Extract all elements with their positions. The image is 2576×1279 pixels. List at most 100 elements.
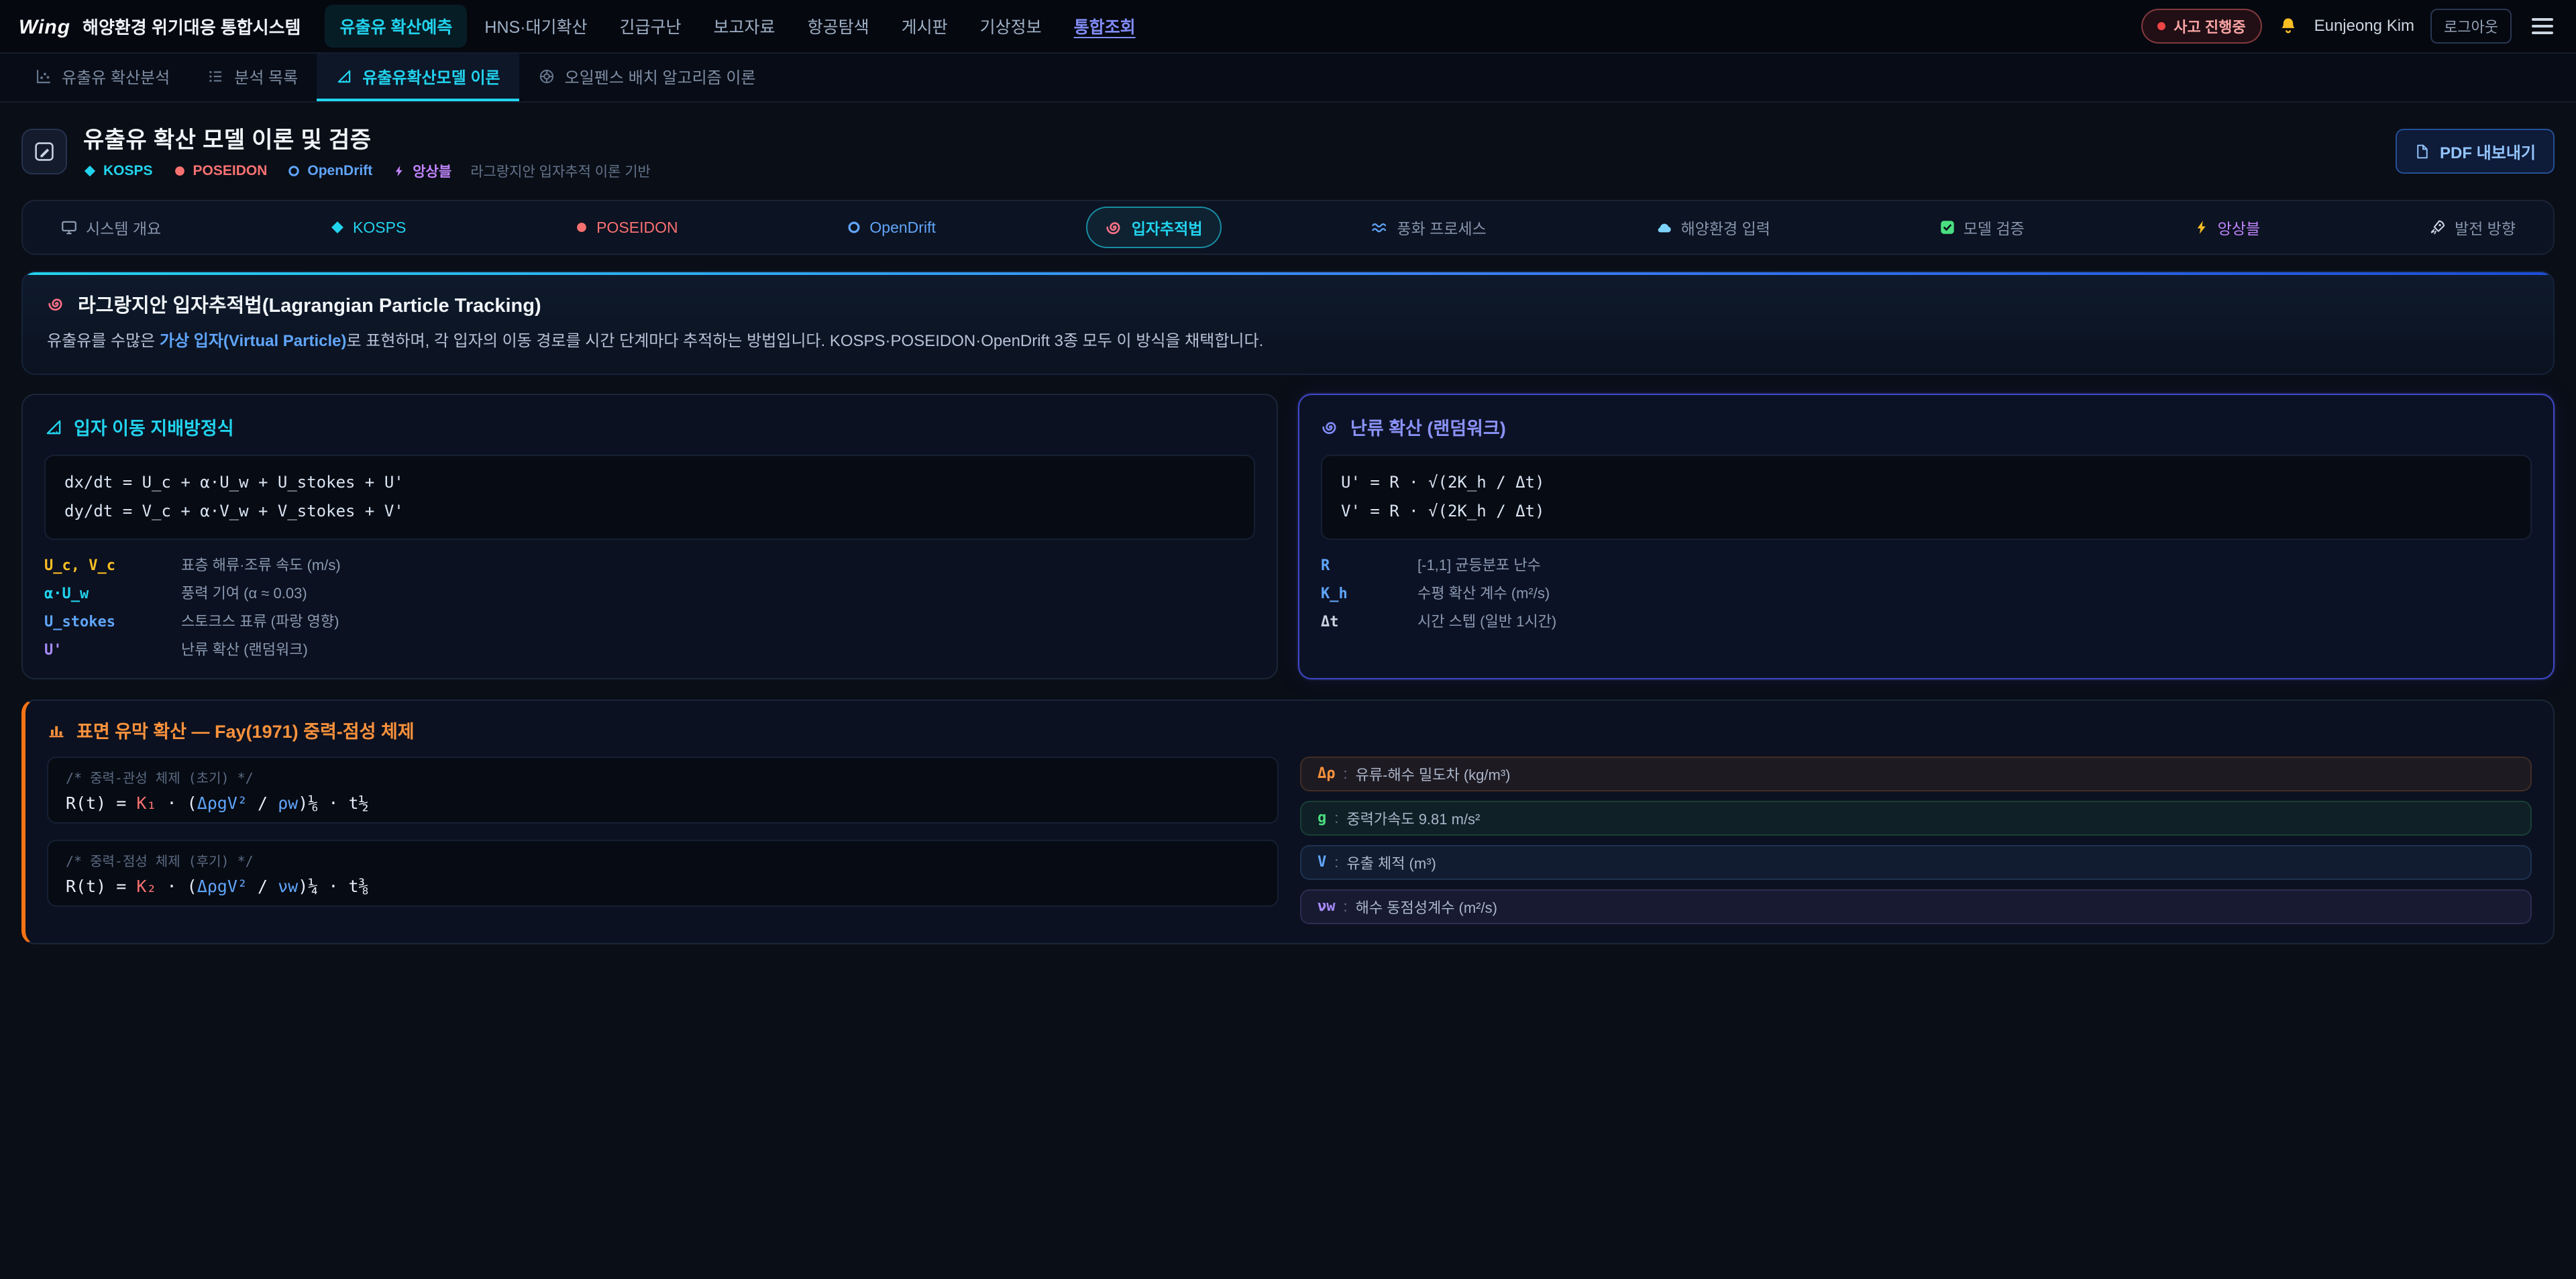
bolt-icon — [392, 164, 406, 178]
legend-symbol: K_h — [1321, 586, 1404, 602]
legend-row: α·U_w 풍력 기여 (α ≈ 0.03) — [44, 581, 1255, 603]
nav-item-emergency-rescue[interactable]: 긴급구난 — [605, 5, 696, 48]
param-colon: : — [1334, 810, 1338, 827]
section-model-validation[interactable]: 모델 검증 — [1921, 207, 2043, 248]
section-poseidon[interactable]: POSEIDON — [556, 209, 696, 246]
user-name: Eunjeong Kim — [2314, 17, 2414, 36]
governing-card-title-text: 입자 이동 지배방정식 — [74, 414, 234, 440]
section-label: 해양환경 입력 — [1681, 216, 1770, 239]
nav-item-spill-forecast[interactable]: 유출유 확산예측 — [325, 5, 467, 48]
nav-item-hns-air-dispersion[interactable]: HNS·대기확산 — [470, 5, 602, 48]
main-menu: 유출유 확산예측HNS·대기확산긴급구난보고자료항공탐색게시판기상정보통합조회 — [325, 5, 1150, 48]
badge-label: KOSPS — [103, 163, 153, 179]
section-opendrift[interactable]: OpenDrift — [828, 209, 954, 246]
section-label: 입자추적법 — [1132, 216, 1203, 239]
legend-symbol: R — [1321, 557, 1404, 574]
legend-row: R [-1,1] 균등분포 난수 — [1321, 553, 2532, 575]
tab-label: 유출유확산모델 이론 — [362, 64, 500, 88]
legend-symbol: Δt — [1321, 614, 1404, 630]
legend-row: U'난류 확산 (랜덤워크) — [44, 638, 1255, 659]
nav-item-bulletin-board[interactable]: 게시판 — [887, 5, 963, 48]
tab-oilfence-algorithm-theory[interactable]: 오일펜스 배치 알고리즘 이론 — [519, 54, 775, 101]
banner-title-text: 라그랑지안 입자추적법(Lagrangian Particle Tracking… — [78, 290, 541, 318]
nav-item-aerial-search[interactable]: 항공탐색 — [793, 5, 884, 48]
section-label: 풍화 프로세스 — [1397, 216, 1486, 239]
ring-icon — [287, 164, 301, 178]
cloud-icon — [1656, 219, 1673, 236]
legend-desc: [-1,1] 균등분포 난수 — [1417, 553, 1541, 575]
section-future-direction[interactable]: 발전 방향 — [2410, 207, 2534, 248]
section-kosps[interactable]: KOSPS — [311, 209, 425, 246]
param-colon: : — [1344, 765, 1348, 783]
section-particle-tracking[interactable]: 입자추적법 — [1086, 207, 1222, 248]
top-nav: Wing 해양환경 위기대응 통합시스템 유출유 확산예측HNS·대기확산긴급구… — [0, 0, 2576, 54]
nav-item-report-data[interactable]: 보고자료 — [699, 5, 790, 48]
section-label: KOSPS — [353, 219, 406, 237]
spiral-icon — [1105, 218, 1124, 237]
set-square-icon — [44, 418, 63, 437]
param-colon: : — [1344, 898, 1348, 915]
legend-desc: 난류 확산 (랜덤워크) — [181, 638, 308, 659]
pdf-export-button[interactable]: PDF 내보내기 — [2396, 129, 2555, 174]
code-comment: /* 중력-점성 체제 (후기) */ — [66, 850, 1260, 870]
legend-symbol: α·U_w — [44, 586, 168, 602]
model-badge-opendrift: OpenDrift — [287, 163, 372, 179]
param-symbol: Δρ — [1318, 765, 1336, 782]
page-title-block: 유출유 확산 모델 이론 및 검증 KOSPS POSEIDON OpenDrift… — [83, 121, 651, 181]
page-title: 유출유 확산 모델 이론 및 검증 — [83, 121, 651, 154]
legend-desc: 시간 스텝 (일반 1시간) — [1417, 610, 1556, 631]
fay-param-kinematic-viscosity: νw:해수 동점성계수 (m²/s) — [1300, 889, 2532, 924]
banner-title: 라그랑지안 입자추적법(Lagrangian Particle Tracking… — [47, 290, 2529, 318]
section-label: OpenDrift — [869, 219, 935, 237]
legend-row: K_h수평 확산 계수 (m²/s) — [1321, 581, 2532, 603]
section-system-overview[interactable]: 시스템 개요 — [42, 207, 180, 248]
sub-tab-bar: 유출유 확산분석 분석 목록 유출유확산모델 이론 오일펜스 배치 알고리즘 이론 — [0, 54, 2576, 103]
section-weathering-process[interactable]: 풍화 프로세스 — [1352, 207, 1505, 248]
diamond-icon — [83, 164, 97, 178]
hamburger-menu-icon[interactable] — [2528, 14, 2557, 38]
page-header: 유출유 확산 모델 이론 및 검증 KOSPS POSEIDON OpenDrift… — [0, 103, 2576, 194]
fay-formula-column: /* 중력-관성 체제 (초기) */R(t) = K₁ · (ΔρgV² / … — [47, 757, 1279, 924]
fay-grid: /* 중력-관성 체제 (초기) */R(t) = K₁ · (ΔρgV² / … — [47, 757, 2532, 924]
fay-formula-block: /* 중력-관성 체제 (초기) */R(t) = K₁ · (ΔρgV² / … — [47, 757, 1279, 824]
section-label: 시스템 개요 — [86, 216, 161, 239]
status-dot-icon — [2157, 22, 2165, 30]
legend-symbol: U_c, V_c — [44, 557, 168, 574]
fay-card-title-text: 표면 유막 확산 — Fay(1971) 중력-점성 체제 — [76, 717, 415, 743]
legend-row: U_stokes 스토크스 표류 (파랑 영향) — [44, 610, 1255, 631]
monitor-icon — [60, 219, 78, 236]
code-comment: /* 중력-관성 체제 (초기) */ — [66, 767, 1260, 787]
model-badge-poseidon: POSEIDON — [173, 163, 268, 179]
ruler-icon — [335, 68, 353, 85]
section-marine-env-input[interactable]: 해양환경 입력 — [1637, 207, 1789, 248]
param-colon: : — [1334, 854, 1338, 871]
section-label: 앙상블 — [2218, 216, 2260, 239]
random-walk-card-title: 난류 확산 (랜덤워크) — [1321, 414, 2532, 440]
ring-icon — [847, 220, 861, 235]
tab-analysis-list[interactable]: 분석 목록 — [189, 54, 317, 101]
legend-symbol: U_stokes — [44, 614, 168, 630]
banner-body: 유출유를 수많은 가상 입자(Virtual Particle)로 표현하며, … — [47, 329, 2529, 353]
notification-bell-icon[interactable] — [2278, 16, 2298, 36]
diamond-icon — [330, 220, 345, 235]
tab-spill-analysis[interactable]: 유출유 확산분석 — [16, 54, 189, 101]
legend-desc: 풍력 기여 (α ≈ 0.03) — [181, 581, 307, 603]
legend-desc: 스토크스 표류 (파랑 영향) — [181, 610, 339, 631]
section-ensemble[interactable]: 앙상블 — [2175, 207, 2279, 248]
incident-status-badge: 사고 진행중 — [2141, 9, 2261, 44]
legend-desc: 표층 해류·조류 속도 (m/s) — [181, 553, 341, 575]
tab-label: 유출유 확산분석 — [62, 64, 170, 88]
param-symbol: νw — [1318, 898, 1336, 915]
model-badge-ensemble: 앙상블 — [392, 161, 451, 181]
param-symbol: g — [1318, 810, 1326, 826]
banner-text-post: 로 표현하며, 각 입자의 이동 경로를 시간 단계마다 추적하는 방법입니다.… — [347, 332, 1264, 350]
wave-icon — [1371, 219, 1389, 236]
tab-spill-model-theory[interactable]: 유출유확산모델 이론 — [317, 54, 519, 101]
nav-item-weather-info[interactable]: 기상정보 — [965, 5, 1057, 48]
check-icon — [1939, 219, 1955, 235]
tab-label: 분석 목록 — [234, 64, 298, 88]
random-walk-card: 난류 확산 (랜덤워크) U' = R · √(2K_h / Δt) V' = … — [1298, 394, 2555, 679]
random-walk-legend: R [-1,1] 균등분포 난수 K_h수평 확산 계수 (m²/s) Δt 시간 스텝… — [1321, 553, 2532, 631]
nav-item-integrated-search[interactable]: 통합조회 — [1059, 5, 1150, 48]
logout-button[interactable]: 로그아웃 — [2430, 9, 2512, 44]
